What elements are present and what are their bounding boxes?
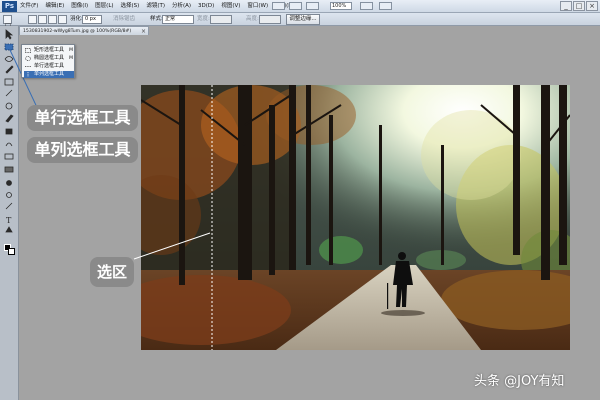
view-extras-button[interactable]: [306, 2, 319, 10]
height-label: 高度:: [246, 16, 259, 22]
new-selection-icon[interactable]: [28, 15, 37, 24]
flyout-item-elliptical-marquee[interactable]: 椭圆选框工具 M: [24, 55, 74, 62]
tool-preset-picker[interactable]: [3, 15, 12, 29]
tool-icons: T: [4, 29, 14, 233]
flyout-item-shortcut: M: [69, 56, 73, 61]
marquee-tool-icon: [4, 43, 14, 51]
arrange-documents-button[interactable]: [360, 2, 373, 10]
menu-bar: Ps 文件(F) 编辑(E) 图像(I) 图层(L) 选择(S) 滤镜(T) 分…: [0, 0, 600, 13]
healing-brush-tool-icon: [5, 102, 13, 110]
add-to-selection-icon[interactable]: [38, 15, 47, 24]
flyout-item-rectangular-marquee[interactable]: 矩形选框工具 M: [24, 47, 74, 54]
photoshop-logo: Ps: [2, 1, 17, 12]
refine-edge-button[interactable]: 调整边缘...: [286, 14, 320, 25]
type-tool-icon: T: [6, 216, 12, 225]
crop-tool-icon: [4, 78, 14, 86]
single-column-marquee-icon: [27, 72, 29, 77]
quick-select-tool-icon: [5, 65, 14, 74]
app-bar-buttons: [272, 2, 319, 10]
width-label: 宽度:: [197, 16, 210, 22]
height-input[interactable]: [259, 15, 281, 24]
flyout-item-label: 单行选框工具: [34, 63, 65, 69]
path-select-tool-icon: [5, 226, 13, 233]
window-controls: _ □ ×: [560, 1, 598, 11]
menu-3d[interactable]: 3D(D): [198, 0, 214, 13]
history-brush-tool-icon: [5, 142, 13, 147]
flyout-item-single-column-marquee[interactable]: 单列选框工具: [24, 71, 74, 78]
bridge-button[interactable]: [272, 2, 285, 10]
menu-edit[interactable]: 编辑(E): [45, 0, 64, 13]
canvas-image[interactable]: [141, 85, 570, 350]
flyout-item-label: 矩形选框工具: [34, 47, 65, 53]
move-tool-icon: [5, 29, 14, 40]
watermark: 头条 @JOY有知: [474, 374, 565, 389]
screen-mode-button[interactable]: [379, 2, 392, 10]
background-color-swatch[interactable]: [8, 248, 15, 255]
feather-input[interactable]: 0 px: [82, 15, 102, 24]
style-select[interactable]: 正常: [162, 15, 194, 24]
zoom-level-field[interactable]: 100%: [330, 2, 352, 10]
marquee-tool-flyout: 矩形选框工具 M 椭圆选框工具 M 单行选框工具 单列选框工具: [21, 44, 75, 78]
document-tab[interactable]: 1530831902-wWyg8Tum.jpg @ 100%(RGB/8#) ×: [19, 26, 149, 35]
ellipse-marquee-icon: [25, 56, 31, 61]
mini-bridge-button[interactable]: [289, 2, 302, 10]
eyedropper-tool-icon: [5, 89, 13, 97]
maximize-button[interactable]: □: [573, 1, 585, 11]
flyout-item-label: 椭圆选框工具: [34, 55, 65, 61]
menu-analysis[interactable]: 分析(A): [172, 0, 191, 13]
pen-tool-icon: [5, 202, 13, 210]
single-row-marquee-icon: [25, 66, 31, 67]
gradient-tool-icon: [4, 166, 14, 173]
close-button[interactable]: ×: [586, 1, 598, 11]
menu-view[interactable]: 视图(V): [221, 0, 240, 13]
tools-panel: T: [0, 26, 19, 400]
options-bar: 羽化: 0 px 消除锯齿 样式: 正常 宽度: 高度: 调整边缘...: [0, 13, 600, 29]
menu-select[interactable]: 选择(S): [121, 0, 140, 13]
menu-image[interactable]: 图像(I): [71, 0, 88, 13]
blur-tool-icon: [6, 180, 12, 186]
callout-single-column-tool: 单列选框工具: [27, 137, 138, 163]
flyout-item-shortcut: M: [69, 48, 73, 53]
subtract-selection-icon[interactable]: [48, 15, 57, 24]
menu-window[interactable]: 窗口(W): [247, 0, 268, 13]
flyout-item-label: 单列选框工具: [34, 71, 65, 77]
intersect-selection-icon[interactable]: [58, 15, 67, 24]
clone-stamp-tool-icon: [5, 128, 13, 135]
minimize-button[interactable]: _: [560, 1, 572, 11]
feather-label: 羽化:: [70, 16, 83, 22]
lasso-tool-icon: [4, 56, 14, 62]
antialias-checkbox-label[interactable]: 消除锯齿: [113, 15, 135, 24]
callout-selection: 选区: [90, 257, 134, 287]
width-input[interactable]: [210, 15, 232, 24]
style-label: 样式:: [150, 16, 163, 22]
callout-single-row-tool: 单行选框工具: [27, 105, 138, 131]
document-tab-title: 1530831902-wWyg8Tum.jpg @ 100%(RGB/8#): [23, 29, 132, 34]
arrange-buttons: [360, 2, 392, 10]
eraser-tool-icon: [4, 153, 14, 160]
forest-path-photo: [141, 85, 570, 350]
close-tab-icon[interactable]: ×: [141, 27, 146, 35]
menu-filter[interactable]: 滤镜(T): [146, 0, 165, 13]
menu-items: 文件(F) 编辑(E) 图像(I) 图层(L) 选择(S) 滤镜(T) 分析(A…: [20, 0, 302, 13]
menu-file[interactable]: 文件(F): [20, 0, 38, 13]
flyout-item-single-row-marquee[interactable]: 单行选框工具: [24, 63, 74, 70]
dodge-tool-icon: [6, 192, 12, 198]
menu-layer[interactable]: 图层(L): [95, 0, 113, 13]
brush-tool-icon: [5, 114, 14, 123]
rectangle-marquee-icon: [25, 48, 31, 53]
